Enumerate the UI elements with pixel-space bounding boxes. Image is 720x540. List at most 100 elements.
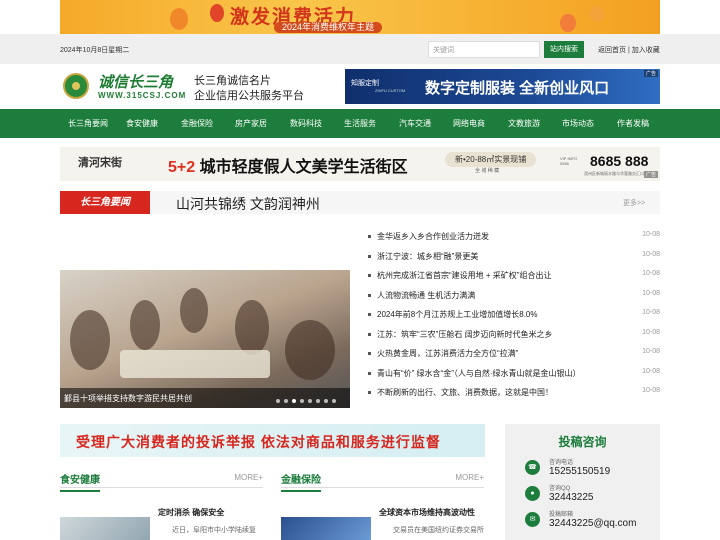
slide-caption[interactable]: 鄞县十项举措支持数字游民共居共创 <box>64 393 192 404</box>
news-date: 10-08 <box>642 250 660 258</box>
nav-item[interactable]: 文教旅游 <box>508 118 540 129</box>
list-item[interactable]: 江苏：筑牢“三农”压舱石 阔步迈向新时代鱼米之乡 10-08 <box>368 327 660 341</box>
list-item[interactable]: 不断刷新的出行、文旅、消费数据，这就是中国！ 10-08 <box>368 385 660 399</box>
news-title[interactable]: 杭州完成浙江省首宗“建设用地 + 采矿权”组合出让 <box>377 270 551 281</box>
contact-email: ✉ 投稿邮箱 32443225@qq.com <box>525 508 660 534</box>
contact-title: 投稿咨询 <box>558 435 607 449</box>
middle-ad-banner[interactable]: 清河宋街 5+2 城市轻度假人文美学生活街区 新•20-88㎡实景现铺 全 城 … <box>60 147 660 181</box>
balloon-icon <box>590 6 604 22</box>
contact-label: 咨询电话 <box>549 460 574 466</box>
top-ad-banner[interactable]: 激发消费活力 2024年消费维权年主题 <box>60 0 660 34</box>
logo-url: WWW.315CSJ.COM <box>98 91 187 100</box>
slide-dot[interactable] <box>316 399 320 403</box>
site-logo[interactable]: 诚信长三角 WWW.315CSJ.COM 长三角诚信名片 企业信用公共服务平台 <box>60 68 322 104</box>
article-title[interactable]: 全球资本市场维持高波动性 <box>379 507 475 518</box>
bullet-icon <box>368 391 371 394</box>
ad-mid-area2: 全 城 稀 藏 <box>475 168 500 174</box>
phone-icon: ☎ <box>525 460 540 475</box>
nav-item[interactable]: 生活服务 <box>344 118 376 129</box>
bullet-icon <box>368 274 371 277</box>
list-item[interactable]: 人流物流畅通 生机活力满满 10-08 <box>368 288 660 302</box>
photo-figure <box>235 300 269 355</box>
more-link[interactable]: 更多>> <box>623 198 645 208</box>
search-button[interactable]: 站内搜索 <box>544 41 584 58</box>
more-link[interactable]: MORE+ <box>234 473 263 482</box>
col-heading[interactable]: 金融保险 <box>281 471 321 492</box>
balloon-icon <box>170 8 188 30</box>
slide-caption-bar: 鄞县十项举措支持数字游民共居共创 <box>60 388 350 408</box>
news-title[interactable]: 江苏：筑牢“三农”压舱石 阔步迈向新时代鱼米之乡 <box>377 329 553 340</box>
more-link[interactable]: MORE+ <box>455 473 484 482</box>
ad-mid-phone: 8685 888 <box>590 153 649 169</box>
slide-dot[interactable] <box>332 399 336 403</box>
nav-item[interactable]: 市场动态 <box>562 118 594 129</box>
slide-dot[interactable] <box>276 399 280 403</box>
news-title[interactable]: 人流物流畅通 生机活力满满 <box>377 290 475 301</box>
contact-value[interactable]: 32443225@qq.com <box>549 518 636 529</box>
contact-qq: ● 咨询QQ 32443225 <box>525 482 660 508</box>
bullet-icon <box>368 313 371 316</box>
article-thumbnail[interactable] <box>60 517 150 540</box>
nav-item[interactable]: 食安健康 <box>126 118 158 129</box>
news-title[interactable]: 金华返乡入乡合作创业活力迸发 <box>377 231 489 242</box>
news-title[interactable]: 浙江宁波：城乡相“融”景更美 <box>377 251 478 262</box>
nav-item[interactable]: 汽车交通 <box>399 118 431 129</box>
list-item[interactable]: 2024年前8个月江苏规上工业增加值增长8.0% 10-08 <box>368 307 660 321</box>
list-item[interactable]: 浙江宁波：城乡相“融”景更美 10-08 <box>368 249 660 263</box>
section-label[interactable]: 长三角要闻 <box>60 191 150 214</box>
list-item[interactable]: 金华返乡入乡合作创业活力迸发 10-08 <box>368 229 660 243</box>
slide-dot[interactable] <box>300 399 304 403</box>
ad-mid-phone-label: VIP INFO 0556 <box>560 156 578 166</box>
contact-box: 投稿咨询 ☎ 咨询电话 15255150519 ● 咨询QQ 32443225 … <box>505 424 660 540</box>
logo-tagline-1: 长三角诚信名片 <box>194 75 271 87</box>
nav-item[interactable]: 房产家居 <box>235 118 267 129</box>
photo-figure <box>130 300 160 350</box>
list-item[interactable]: 杭州完成浙江省首宗“建设用地 + 采矿权”组合出让 10-08 <box>368 268 660 282</box>
nav-item[interactable]: 数码科技 <box>290 118 322 129</box>
contact-value: 15255150519 <box>549 466 611 477</box>
logo-name: 诚信长三角 <box>98 74 174 91</box>
photo-figure <box>285 320 335 380</box>
slide-dot[interactable] <box>284 399 288 403</box>
bullet-icon <box>368 371 371 375</box>
news-date: 10-08 <box>642 387 660 394</box>
article-desc: 交易员在美国纽约证券交易所 <box>393 527 484 534</box>
complaint-banner[interactable]: 受理广大消费者的投诉举报 依法对商品和服务进行监督 <box>60 424 485 457</box>
list-item[interactable]: 火热黄金周，江苏消费活力全方位“拉满” 10-08 <box>368 346 660 360</box>
logo-seal-icon <box>63 73 89 99</box>
nav-item[interactable]: 长三角要闻 <box>68 118 108 129</box>
ad-mid-area: 新•20-88㎡实景现铺 <box>445 152 537 167</box>
balloon-icon <box>560 14 576 32</box>
news-date: 10-08 <box>642 270 660 277</box>
news-title[interactable]: 2024年前8个月江苏规上工业增加值增长8.0% <box>377 309 537 320</box>
list-item[interactable]: 青山有“价” 绿水含“金”（人与自然·绿水青山就是金山银山） 10-08 <box>368 366 660 380</box>
top-bar: 2024年10月8日星期二 关键词 站内搜索 返回首页 | 加入收藏 <box>0 34 720 64</box>
nav-item[interactable]: 网络电商 <box>453 118 485 129</box>
header-ad-banner[interactable]: 知服定制 ZHIFU CUSTOM 数字定制服装 全新创业风口 广告 <box>345 69 660 104</box>
headline[interactable]: 山河共锦绣 文韵润神州 <box>176 194 320 214</box>
slide-dot-active[interactable] <box>292 399 296 403</box>
slide-dot[interactable] <box>308 399 312 403</box>
nav-item[interactable]: 金融保险 <box>181 118 213 129</box>
news-title[interactable]: 青山有“价” 绿水含“金”（人与自然·绿水青山就是金山银山） <box>377 368 581 379</box>
search-input[interactable]: 关键词 <box>428 41 540 58</box>
article-title[interactable]: 定时消杀 确保安全 <box>158 507 224 518</box>
bullet-icon <box>368 254 371 258</box>
article-thumbnail[interactable] <box>281 517 371 540</box>
ad-tag: 广告 <box>643 171 658 178</box>
slideshow[interactable]: 鄞县十项举措支持数字游民共居共创 <box>60 270 350 408</box>
ad-text: 数字定制服装 全新创业风口 <box>425 80 610 97</box>
ad-brand: 知服定制 <box>351 80 379 87</box>
photo-table <box>120 350 270 378</box>
nav-item[interactable]: 作者发稿 <box>617 118 649 129</box>
slide-dot[interactable] <box>324 399 328 403</box>
col-heading[interactable]: 食安健康 <box>60 471 100 492</box>
header-links[interactable]: 返回首页 | 加入收藏 <box>598 45 660 55</box>
current-date: 2024年10月8日星期二 <box>60 47 130 54</box>
complaint-banner-text: 受理广大消费者的投诉举报 依法对商品和服务进行监督 <box>76 434 441 450</box>
news-date: 10-08 <box>642 289 660 297</box>
banner-subtitle: 2024年消费维权年主题 <box>274 22 383 33</box>
news-title[interactable]: 不断刷新的出行、文旅、消费数据，这就是中国！ <box>377 387 553 398</box>
news-title[interactable]: 火热黄金周，江苏消费活力全方位“拉满” <box>377 348 518 359</box>
col-header-food: 食安健康 MORE+ <box>60 466 263 492</box>
